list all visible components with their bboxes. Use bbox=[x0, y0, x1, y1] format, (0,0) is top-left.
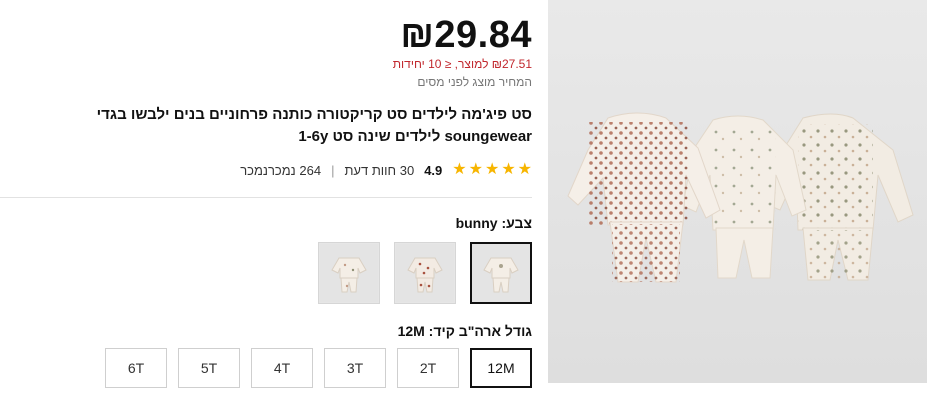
swatch-thumbnail bbox=[331, 257, 367, 293]
bulk-price-note: ₪27.51 למוצר, ≤ 10 יחידות bbox=[392, 57, 532, 71]
swatch-thumbnail bbox=[407, 257, 443, 293]
color-swatch-bunny[interactable] bbox=[470, 242, 532, 304]
rating-summary: ★ ★ ★ ★ ★ 4.9 30 חוות דעת | 264 נמכרנמכר bbox=[240, 162, 532, 178]
sold-count: 264 נמכרנמכר bbox=[240, 162, 322, 178]
divider-bar: | bbox=[331, 162, 335, 178]
swatch-thumbnail bbox=[483, 257, 519, 293]
size-option-2t[interactable]: 2T bbox=[397, 348, 459, 388]
star-icon: ★ bbox=[484, 161, 500, 178]
section-divider bbox=[0, 197, 532, 198]
star-icon: ★ bbox=[517, 161, 532, 178]
rating-value: 4.9 bbox=[424, 162, 443, 178]
size-option-6t[interactable]: 6T bbox=[105, 348, 167, 388]
tax-note: המחיר מוצג לפני מסים bbox=[417, 75, 532, 89]
star-icon: ★ bbox=[468, 161, 483, 178]
size-option-3t[interactable]: 3T bbox=[324, 348, 386, 388]
reviews-link[interactable]: 30 חוות דעת bbox=[344, 163, 414, 178]
color-label: צבע: bunny bbox=[455, 215, 532, 231]
size-options: 12M 2T 3T 4T 5T 6T bbox=[105, 348, 532, 388]
size-label: גודל ארה"ב קיד: 12M bbox=[397, 323, 532, 339]
color-swatch-floral-small[interactable] bbox=[318, 242, 380, 304]
color-swatches bbox=[318, 242, 532, 304]
size-option-5t[interactable]: 5T bbox=[178, 348, 240, 388]
size-option-12m[interactable]: 12M bbox=[470, 348, 532, 388]
star-icon: ★ bbox=[501, 161, 516, 178]
product-main-image[interactable] bbox=[548, 0, 927, 383]
rating-stars: ★ ★ ★ ★ ★ bbox=[452, 162, 532, 178]
product-price: ₪29.84 bbox=[400, 14, 532, 56]
color-swatch-floral-red[interactable] bbox=[394, 242, 456, 304]
product-title: סט פיג'מה לילדים סט קריקטורה כותנה פרחונ… bbox=[96, 106, 532, 145]
size-option-4t[interactable]: 4T bbox=[251, 348, 313, 388]
star-icon: ★ bbox=[452, 161, 467, 178]
